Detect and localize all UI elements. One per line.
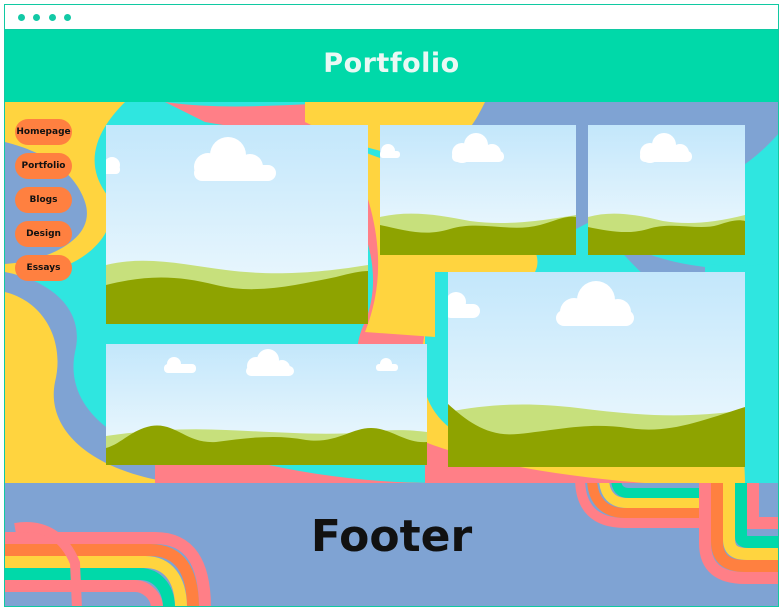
nav-button-portfolio[interactable]: Portfolio [15, 153, 72, 179]
landscape-image-icon [448, 272, 745, 467]
nav-button-blogs[interactable]: Blogs [15, 187, 72, 213]
window-titlebar [5, 5, 778, 30]
browser-window: Portfolio Homepage Portfolio Blogs Desig… [4, 4, 779, 607]
window-dot-icon[interactable] [18, 14, 25, 21]
nav-button-design[interactable]: Design [15, 221, 72, 247]
nav-button-homepage[interactable]: Homepage [15, 119, 72, 145]
main-content: Homepage Portfolio Blogs Design Essays [5, 102, 778, 483]
gallery-image[interactable] [106, 125, 368, 324]
gallery-image[interactable] [380, 125, 576, 255]
gallery-image[interactable] [106, 344, 427, 465]
window-dot-icon[interactable] [64, 14, 71, 21]
page-title: Portfolio [323, 48, 460, 79]
gallery-image[interactable] [588, 125, 745, 255]
gallery-image[interactable] [448, 272, 745, 467]
window-dot-icon[interactable] [33, 14, 40, 21]
window-dot-icon[interactable] [49, 14, 56, 21]
nav-button-essays[interactable]: Essays [15, 255, 72, 281]
footer-text: Footer [310, 511, 473, 562]
landscape-image-icon [106, 344, 427, 465]
site-header: Portfolio [5, 30, 778, 102]
landscape-image-icon [380, 125, 576, 255]
landscape-image-icon [588, 125, 745, 255]
landscape-image-icon [106, 125, 368, 324]
site-footer: Footer [5, 483, 778, 606]
